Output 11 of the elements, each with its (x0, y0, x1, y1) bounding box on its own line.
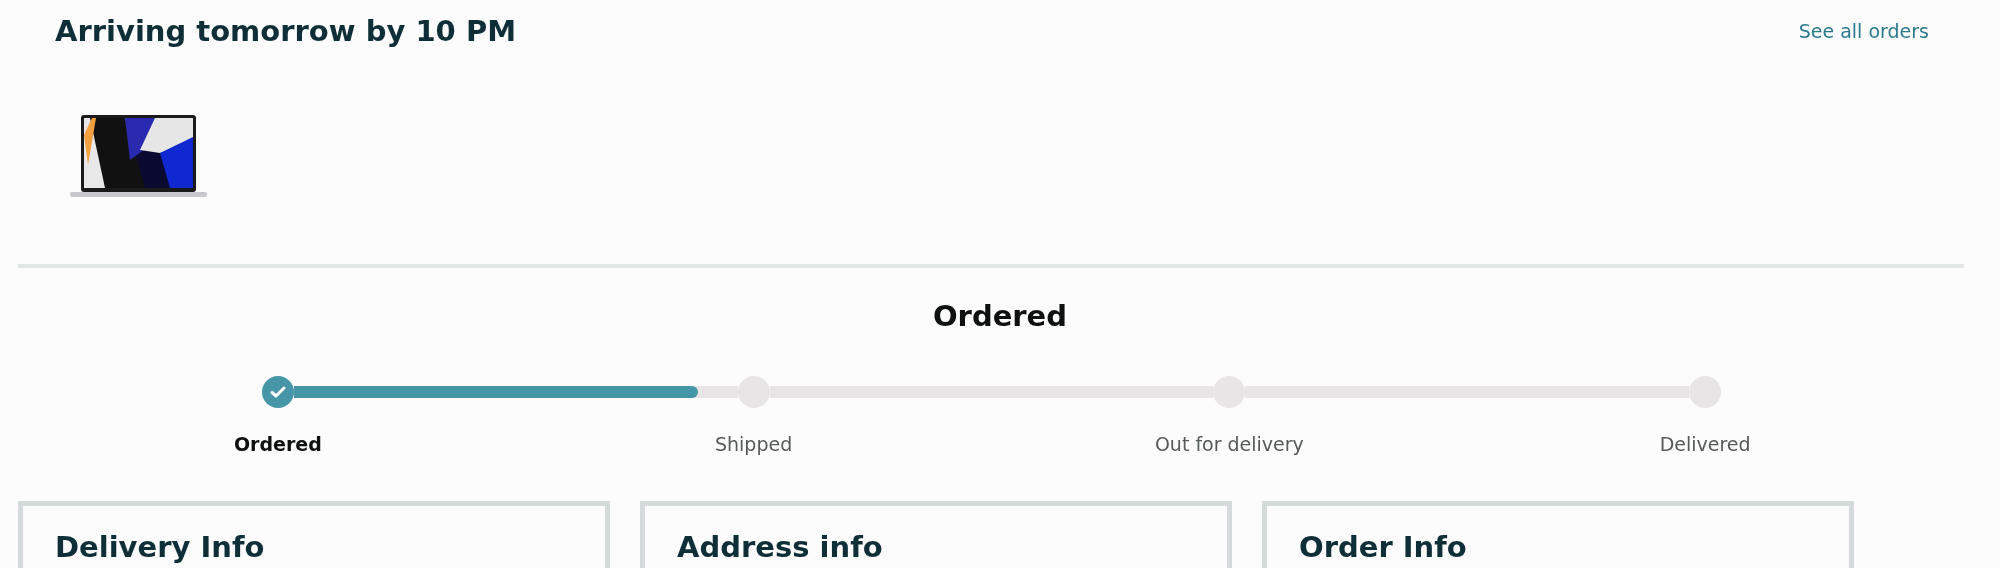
step-label: Delivered (1659, 432, 1751, 456)
delivery-title: Arriving tomorrow by 10 PM (55, 13, 516, 50)
check-icon (269, 385, 286, 399)
step-label: Ordered (233, 432, 322, 456)
step-label: Shipped (715, 432, 793, 456)
see-all-orders-link[interactable]: See all orders (1798, 20, 1929, 42)
card-title: Order Info (1299, 530, 1468, 564)
card-title: Delivery Info (55, 530, 266, 564)
status-title: Ordered (931, 298, 1069, 335)
card-title: Address info (677, 530, 884, 564)
step-label: Out for delivery (1154, 432, 1304, 456)
